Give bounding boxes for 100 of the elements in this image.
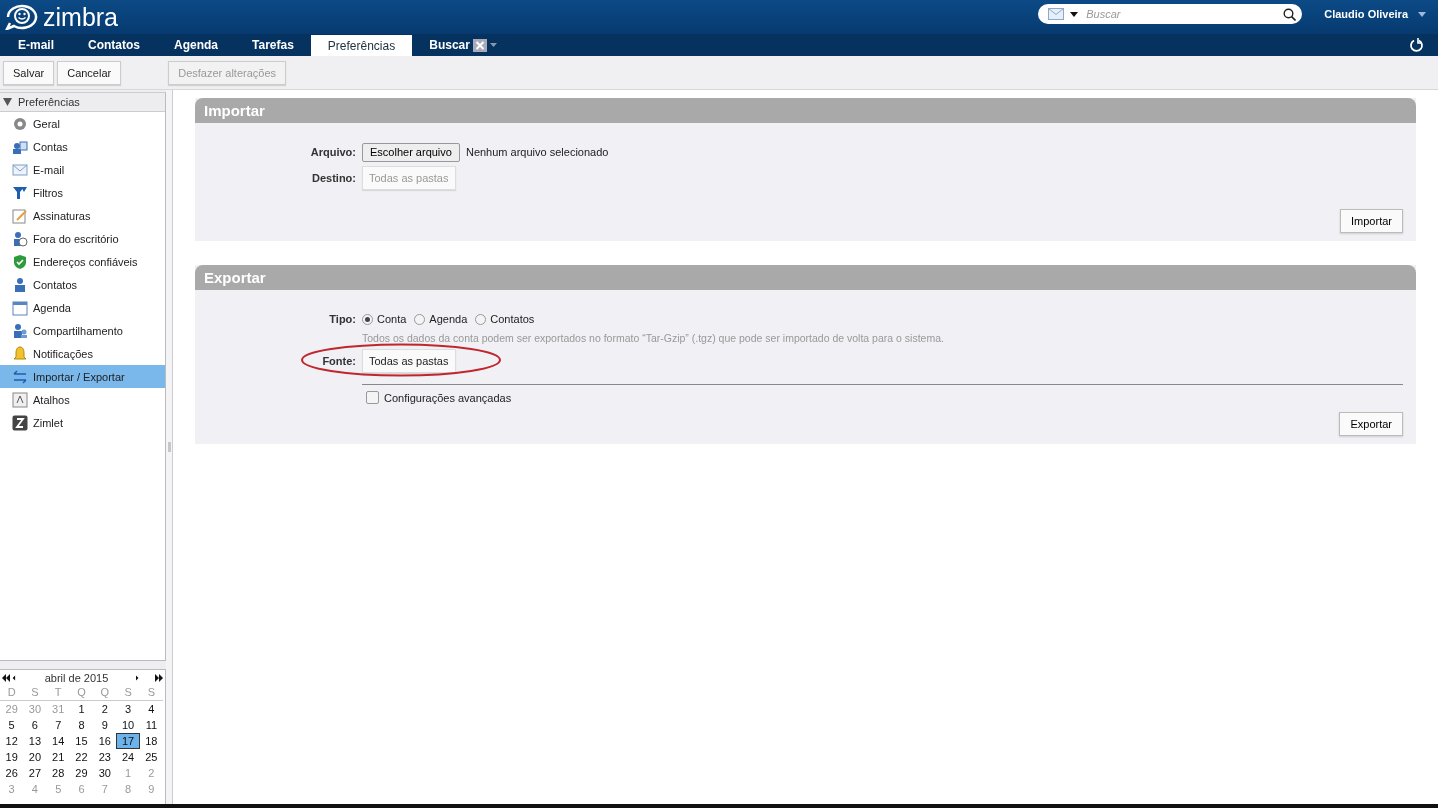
calendar-day[interactable]: 9 — [93, 717, 117, 733]
person-clock-icon — [12, 230, 28, 247]
weekday-label: Q — [93, 686, 117, 701]
hint-text: Todos os dados da conta podem ser exportados no formato “Tar-Gzip” (.tgz) que pode ser importado de volta para o sistema. — [362, 332, 945, 344]
close-icon[interactable] — [472, 38, 487, 52]
field-label: Destino: — [311, 172, 356, 184]
user-name[interactable]: Claudio Oliveira — [1324, 8, 1408, 20]
calendar-day[interactable]: 29 — [69, 765, 94, 781]
signature-icon — [12, 207, 28, 224]
choose-file-button[interactable]: Escolher arquivo — [362, 142, 460, 162]
nav-tab[interactable]: Buscar — [412, 34, 514, 56]
logo-text: zimbra — [43, 4, 118, 30]
sidebar-item[interactable]: Assinaturas — [0, 204, 165, 227]
nav-tab[interactable]: Preferências — [310, 35, 413, 56]
sidebar-item[interactable]: Fora do escritório — [0, 227, 165, 250]
calendar-day[interactable]: 21 — [46, 749, 70, 765]
field-label: Fonte: — [321, 355, 356, 367]
radio-label[interactable]: Conta — [377, 313, 407, 325]
calendar-day[interactable]: 28 — [46, 765, 70, 781]
double-right-arrow-icon[interactable] — [155, 674, 163, 682]
calendar-day[interactable]: 5 — [0, 717, 24, 733]
swap-arrows-icon — [12, 368, 28, 385]
sidebar-item[interactable]: Compartilhamento — [0, 319, 165, 342]
sidebar-item[interactable]: Endereços confiáveis — [0, 250, 165, 273]
calendar-day[interactable]: 1 — [69, 701, 94, 717]
search-icon[interactable] — [1283, 7, 1297, 21]
radio-label[interactable]: Agenda — [429, 313, 468, 325]
person-icon — [12, 276, 28, 293]
sidebar-item[interactable]: Zimlet — [0, 411, 165, 434]
folder-select[interactable]: Todas as pastas — [362, 349, 456, 373]
sidebar-item[interactable]: E-mail — [0, 158, 165, 181]
nav-tab[interactable]: Agenda — [157, 34, 236, 56]
calendar-day[interactable]: 2 — [93, 701, 117, 717]
calendar-day[interactable]: 12 — [0, 733, 24, 749]
people-icon — [12, 322, 28, 339]
weekday-label: T — [46, 686, 70, 701]
calendar-day[interactable]: 20 — [23, 749, 47, 765]
calendar-day[interactable]: 15 — [69, 733, 94, 749]
keyboard-key-icon — [12, 391, 28, 408]
calendar-day[interactable]: 6 — [23, 717, 47, 733]
calendar-day[interactable]: 23 — [93, 749, 117, 765]
calendar-day[interactable]: 7 — [46, 717, 70, 733]
calendar-day[interactable]: 14 — [46, 733, 70, 749]
panel-title: Importar — [204, 102, 265, 119]
sidebar-item[interactable]: Contas — [0, 135, 165, 158]
search-bar[interactable]: Buscar — [1038, 4, 1303, 24]
radio-label[interactable]: Contatos — [490, 313, 535, 325]
gear-icon — [12, 115, 28, 132]
field-label: Tipo: — [328, 313, 356, 325]
checkbox[interactable] — [366, 391, 379, 404]
sidebar-item[interactable]: Agenda — [0, 296, 165, 319]
calendar-day[interactable]: 13 — [23, 733, 47, 749]
calendar-day[interactable]: 17 — [116, 733, 140, 749]
nav-tab[interactable]: Tarefas — [235, 34, 311, 56]
radio-button[interactable] — [414, 313, 426, 325]
calendar-day[interactable]: 24 — [116, 749, 140, 765]
calendar-day[interactable]: 16 — [93, 733, 117, 749]
nav-tab[interactable]: Contatos — [71, 34, 157, 56]
calendar-day[interactable]: 30 — [93, 765, 117, 781]
calendar-day[interactable]: 3 — [116, 701, 140, 717]
sidebar-item[interactable]: Geral — [0, 112, 165, 135]
calendar-day[interactable]: 27 — [23, 765, 47, 781]
calendar-day[interactable]: 22 — [69, 749, 94, 765]
double-left-arrow-icon[interactable] — [2, 674, 10, 682]
calendar-day[interactable]: 25 — [139, 749, 163, 765]
sidebar-item[interactable]: Atalhos — [0, 388, 165, 411]
calendar-day[interactable]: 19 — [0, 749, 24, 765]
nav-tab[interactable]: E-mail — [1, 34, 71, 56]
panel-title: Exportar — [204, 269, 266, 286]
calendar-day[interactable]: 18 — [139, 733, 163, 749]
caret-icon[interactable] — [1070, 11, 1079, 17]
field-label: Arquivo: — [309, 146, 356, 158]
import-button[interactable]: Importar — [1340, 209, 1403, 233]
calendar-day[interactable]: 8 — [69, 717, 94, 733]
calendar-month: abril de 2015 — [43, 672, 110, 684]
calendar-day[interactable]: 26 — [0, 765, 24, 781]
toolbar-button[interactable]: Salvar — [3, 60, 55, 85]
bell-icon — [12, 345, 28, 362]
weekday-label: S — [139, 686, 163, 701]
expand-triangle-icon[interactable] — [3, 98, 12, 106]
calendar-icon — [12, 299, 28, 316]
file-status: Nenhum arquivo selecionado — [465, 146, 609, 158]
calendar-day[interactable]: 11 — [139, 717, 163, 733]
toolbar-button[interactable]: Cancelar — [57, 60, 122, 85]
radio-button[interactable] — [475, 313, 487, 325]
checkbox-label[interactable]: Configurações avançadas — [384, 391, 512, 404]
sidebar-item[interactable]: Contatos — [0, 273, 165, 296]
export-button[interactable]: Exportar — [1339, 412, 1403, 436]
splitter-grip-icon[interactable] — [167, 442, 171, 452]
left-arrow-icon[interactable] — [12, 674, 17, 682]
refresh-icon[interactable] — [1409, 37, 1424, 53]
right-arrow-icon[interactable] — [136, 674, 141, 682]
envelope-icon — [12, 161, 28, 178]
sidebar-item[interactable]: Filtros — [0, 181, 165, 204]
radio-button[interactable] — [362, 313, 373, 325]
calendar-day[interactable]: 4 — [139, 701, 163, 717]
sidebar-item[interactable]: Notificações — [0, 342, 165, 365]
sidebar-item[interactable]: Importar / Exportar — [0, 365, 165, 388]
weekday-label: S — [116, 686, 140, 701]
calendar-day[interactable]: 10 — [116, 717, 140, 733]
